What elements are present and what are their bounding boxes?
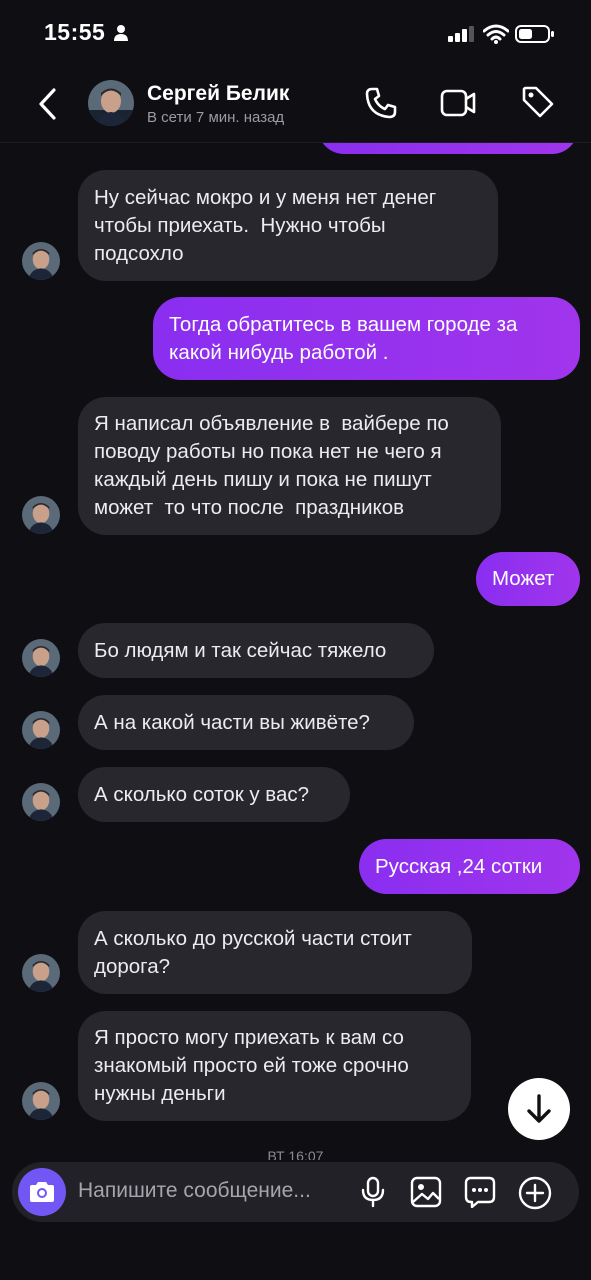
message-outgoing[interactable]: Тогда обратитесь в вашем городе за какой…	[153, 297, 580, 380]
sender-avatar[interactable]	[22, 242, 60, 280]
message-incoming[interactable]: Бо людям и так сейчас тяжело	[78, 623, 434, 678]
battery-icon	[515, 25, 554, 43]
contact-name[interactable]: Сергей Белик	[147, 82, 289, 106]
video-icon[interactable]	[440, 88, 476, 118]
plus-icon[interactable]	[518, 1176, 552, 1210]
person-icon	[114, 25, 128, 41]
camera-button[interactable]	[18, 1168, 66, 1216]
phone-icon[interactable]	[364, 86, 398, 120]
message-composer: Напишите сообщение...	[12, 1162, 579, 1222]
tag-icon[interactable]	[521, 85, 555, 119]
message-incoming[interactable]: Я просто могу приехать к вам со знакомый…	[78, 1011, 471, 1121]
status-bar: 15:55	[0, 0, 591, 66]
message-incoming[interactable]: А на какой части вы живёте?	[78, 695, 414, 750]
message-incoming[interactable]: А сколько до русской части стоит дорога?	[78, 911, 472, 994]
sender-avatar[interactable]	[22, 1082, 60, 1120]
sender-avatar[interactable]	[22, 496, 60, 534]
contact-avatar[interactable]	[88, 80, 134, 126]
message-input[interactable]: Напишите сообщение...	[78, 1179, 311, 1203]
wifi-icon	[483, 24, 509, 44]
microphone-icon[interactable]	[360, 1176, 386, 1208]
sticker-icon[interactable]	[464, 1176, 496, 1208]
sender-avatar[interactable]	[22, 783, 60, 821]
camera-icon	[30, 1182, 54, 1202]
message-incoming[interactable]: Я написал объявление в вайбере по поводу…	[78, 397, 501, 535]
sender-avatar[interactable]	[22, 639, 60, 677]
home-indicator-area	[0, 1230, 591, 1280]
arrow-down-icon	[527, 1094, 551, 1123]
status-time: 15:55	[44, 19, 106, 45]
image-icon[interactable]	[410, 1176, 442, 1208]
message-outgoing[interactable]: Русская ,24 сотки	[359, 839, 580, 894]
back-icon[interactable]	[36, 86, 60, 122]
message-incoming[interactable]: Ну сейчас мокро и у меня нет денег чтобы…	[78, 170, 498, 281]
chat-header: Сергей Белик В сети 7 мин. назад	[0, 66, 591, 143]
sender-avatar[interactable]	[22, 954, 60, 992]
message-outgoing[interactable]: Может	[476, 552, 580, 606]
date-separator: ВТ 16:07	[267, 1148, 324, 1160]
signal-icon	[448, 26, 474, 42]
sender-avatar[interactable]	[22, 711, 60, 749]
message-incoming[interactable]: А сколько соток у вас?	[78, 767, 350, 822]
message-list[interactable]: Ну сейчас мокро и у меня нет денег чтобы…	[0, 142, 591, 1160]
presence-status: В сети 7 мин. назад	[147, 109, 285, 126]
message-outgoing-partial	[318, 142, 578, 154]
scroll-to-bottom-button[interactable]	[508, 1078, 570, 1140]
